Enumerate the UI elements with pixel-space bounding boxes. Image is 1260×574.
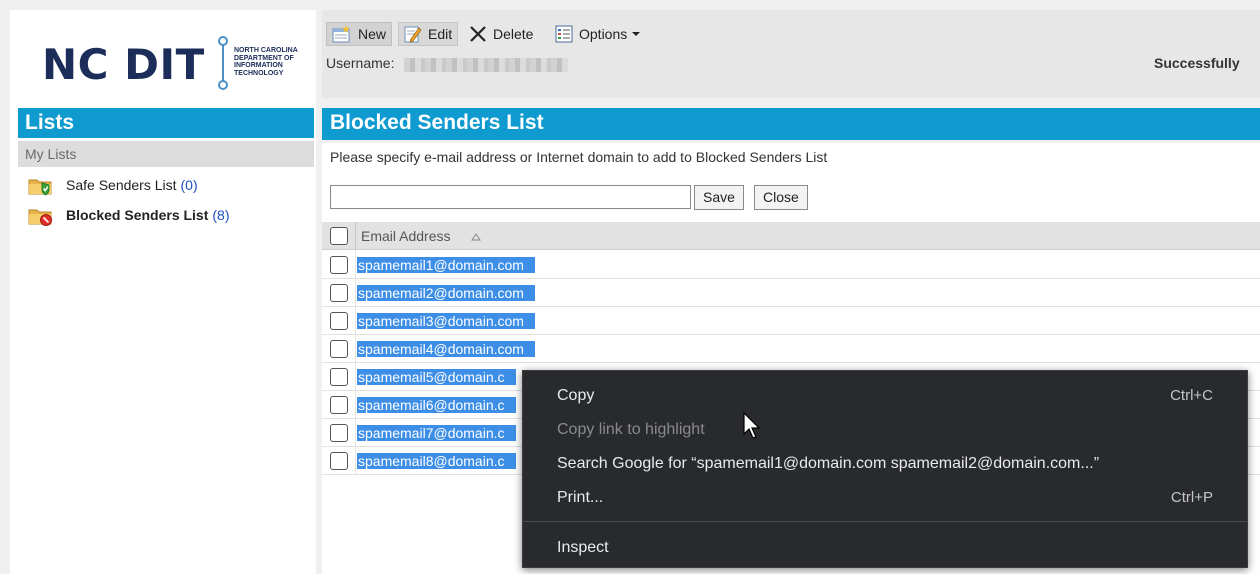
table-row[interactable]: spamemail2@domain.com (322, 279, 1260, 307)
row-checkbox[interactable] (330, 452, 348, 470)
print-label: Print... (557, 489, 604, 506)
table-row[interactable]: spamemail3@domain.com (322, 307, 1260, 335)
folder-blocked-icon (28, 206, 54, 226)
delete-label: Delete (493, 26, 534, 42)
context-search-google-item[interactable]: Search Google for “spamemail1@domain.com… (523, 448, 1247, 480)
save-button[interactable]: Save (694, 185, 744, 210)
row-checkbox[interactable] (330, 424, 348, 442)
delete-button[interactable]: Delete (464, 22, 538, 46)
sort-ascending-icon[interactable] (471, 233, 481, 241)
row-checkbox[interactable] (330, 312, 348, 330)
folder-shield-icon (28, 176, 54, 196)
address-input[interactable] (330, 185, 691, 209)
mouse-cursor-icon (743, 412, 761, 439)
username-label: Username: (326, 55, 395, 71)
row-checkbox[interactable] (330, 284, 348, 302)
email-cell: spamemail5@domain.c (357, 369, 516, 385)
email-cell: spamemail3@domain.com (357, 313, 535, 329)
copy-shortcut: Ctrl+C (1170, 387, 1213, 404)
logo-subtitle: NORTH CAROLINA DEPARTMENT OF INFORMATION… (234, 47, 314, 77)
email-cell: spamemail2@domain.com (357, 285, 535, 301)
select-all-checkbox[interactable] (330, 227, 348, 245)
table-row[interactable]: spamemail1@domain.com (322, 251, 1260, 279)
email-column-header[interactable]: Email Address (361, 228, 450, 244)
menu-divider (523, 521, 1247, 522)
context-inspect-item[interactable]: Inspect (523, 532, 1247, 564)
row-checkbox[interactable] (330, 396, 348, 414)
inspect-label: Inspect (557, 539, 609, 556)
blocked-senders-label: Blocked Senders List (66, 207, 209, 223)
toolbar: New Edit Delete Options Username: Succes… (322, 10, 1260, 98)
safe-senders-count: (0) (180, 177, 198, 193)
email-cell: spamemail7@domain.c (357, 425, 516, 441)
new-label: New (358, 26, 387, 42)
grid-header: Email Address (322, 222, 1260, 250)
print-shortcut: Ctrl+P (1170, 489, 1213, 506)
edit-button[interactable]: Edit (398, 22, 459, 46)
safe-senders-link[interactable]: Safe Senders List (0) (28, 173, 198, 197)
edit-label: Edit (428, 26, 453, 42)
safe-senders-label: Safe Senders List (66, 177, 177, 193)
row-checkbox[interactable] (330, 368, 348, 386)
blocked-senders-link[interactable]: Blocked Senders List (8) (28, 203, 230, 227)
logo-sub-line: INFORMATION (234, 62, 283, 69)
delete-x-icon (470, 26, 486, 42)
copy-label: Copy (557, 387, 595, 404)
options-label: Options (579, 26, 628, 42)
column-separator (355, 250, 356, 476)
page-title: Blocked Senders List (322, 108, 1260, 140)
email-cell: spamemail1@domain.com (357, 257, 535, 273)
email-cell: spamemail4@domain.com (357, 341, 535, 357)
context-copy-link-item: Copy link to highlight (523, 414, 1247, 446)
nc-dit-logo: NC DIT NORTH CAROLINA DEPARTMENT OF INFO… (18, 16, 308, 106)
context-print-item[interactable]: Print... Ctrl+P (523, 482, 1247, 514)
table-row[interactable]: spamemail4@domain.com (322, 335, 1260, 363)
logo-sub-line: TECHNOLOGY (234, 69, 284, 77)
context-copy-item[interactable]: Copy Ctrl+C (523, 380, 1247, 412)
context-menu: Copy Ctrl+C Copy link to highlight Searc… (522, 370, 1248, 568)
logo-text: NC DIT (42, 40, 205, 89)
edit-icon (404, 26, 422, 43)
blocked-senders-count: (8) (212, 207, 230, 223)
instruction-text: Please specify e-mail address or Interne… (330, 149, 828, 165)
username-value-blurred (404, 58, 568, 72)
new-button[interactable]: New (326, 22, 393, 46)
copy-link-label: Copy link to highlight (557, 421, 705, 438)
row-checkbox[interactable] (330, 340, 348, 358)
logo-sub-line: NORTH CAROLINA (234, 47, 298, 54)
left-panel: NC DIT NORTH CAROLINA DEPARTMENT OF INFO… (10, 10, 316, 574)
options-list-icon (555, 25, 573, 43)
email-cell: spamemail8@domain.c (357, 453, 516, 469)
status-message: Successfully (1154, 55, 1240, 71)
logo-mark-icon (218, 36, 228, 90)
lists-header: Lists (18, 108, 314, 138)
chevron-down-icon (632, 32, 641, 36)
email-cell: spamemail6@domain.c (357, 397, 516, 413)
new-icon (332, 25, 350, 43)
options-button[interactable]: Options (550, 22, 646, 46)
my-lists-section: My Lists (18, 141, 314, 167)
column-separator (355, 222, 356, 250)
search-google-label: Search Google for “spamemail1@domain.com… (557, 455, 1100, 472)
close-button[interactable]: Close (754, 185, 808, 210)
logo-sub-line: DEPARTMENT OF (234, 54, 294, 62)
row-checkbox[interactable] (330, 256, 348, 274)
